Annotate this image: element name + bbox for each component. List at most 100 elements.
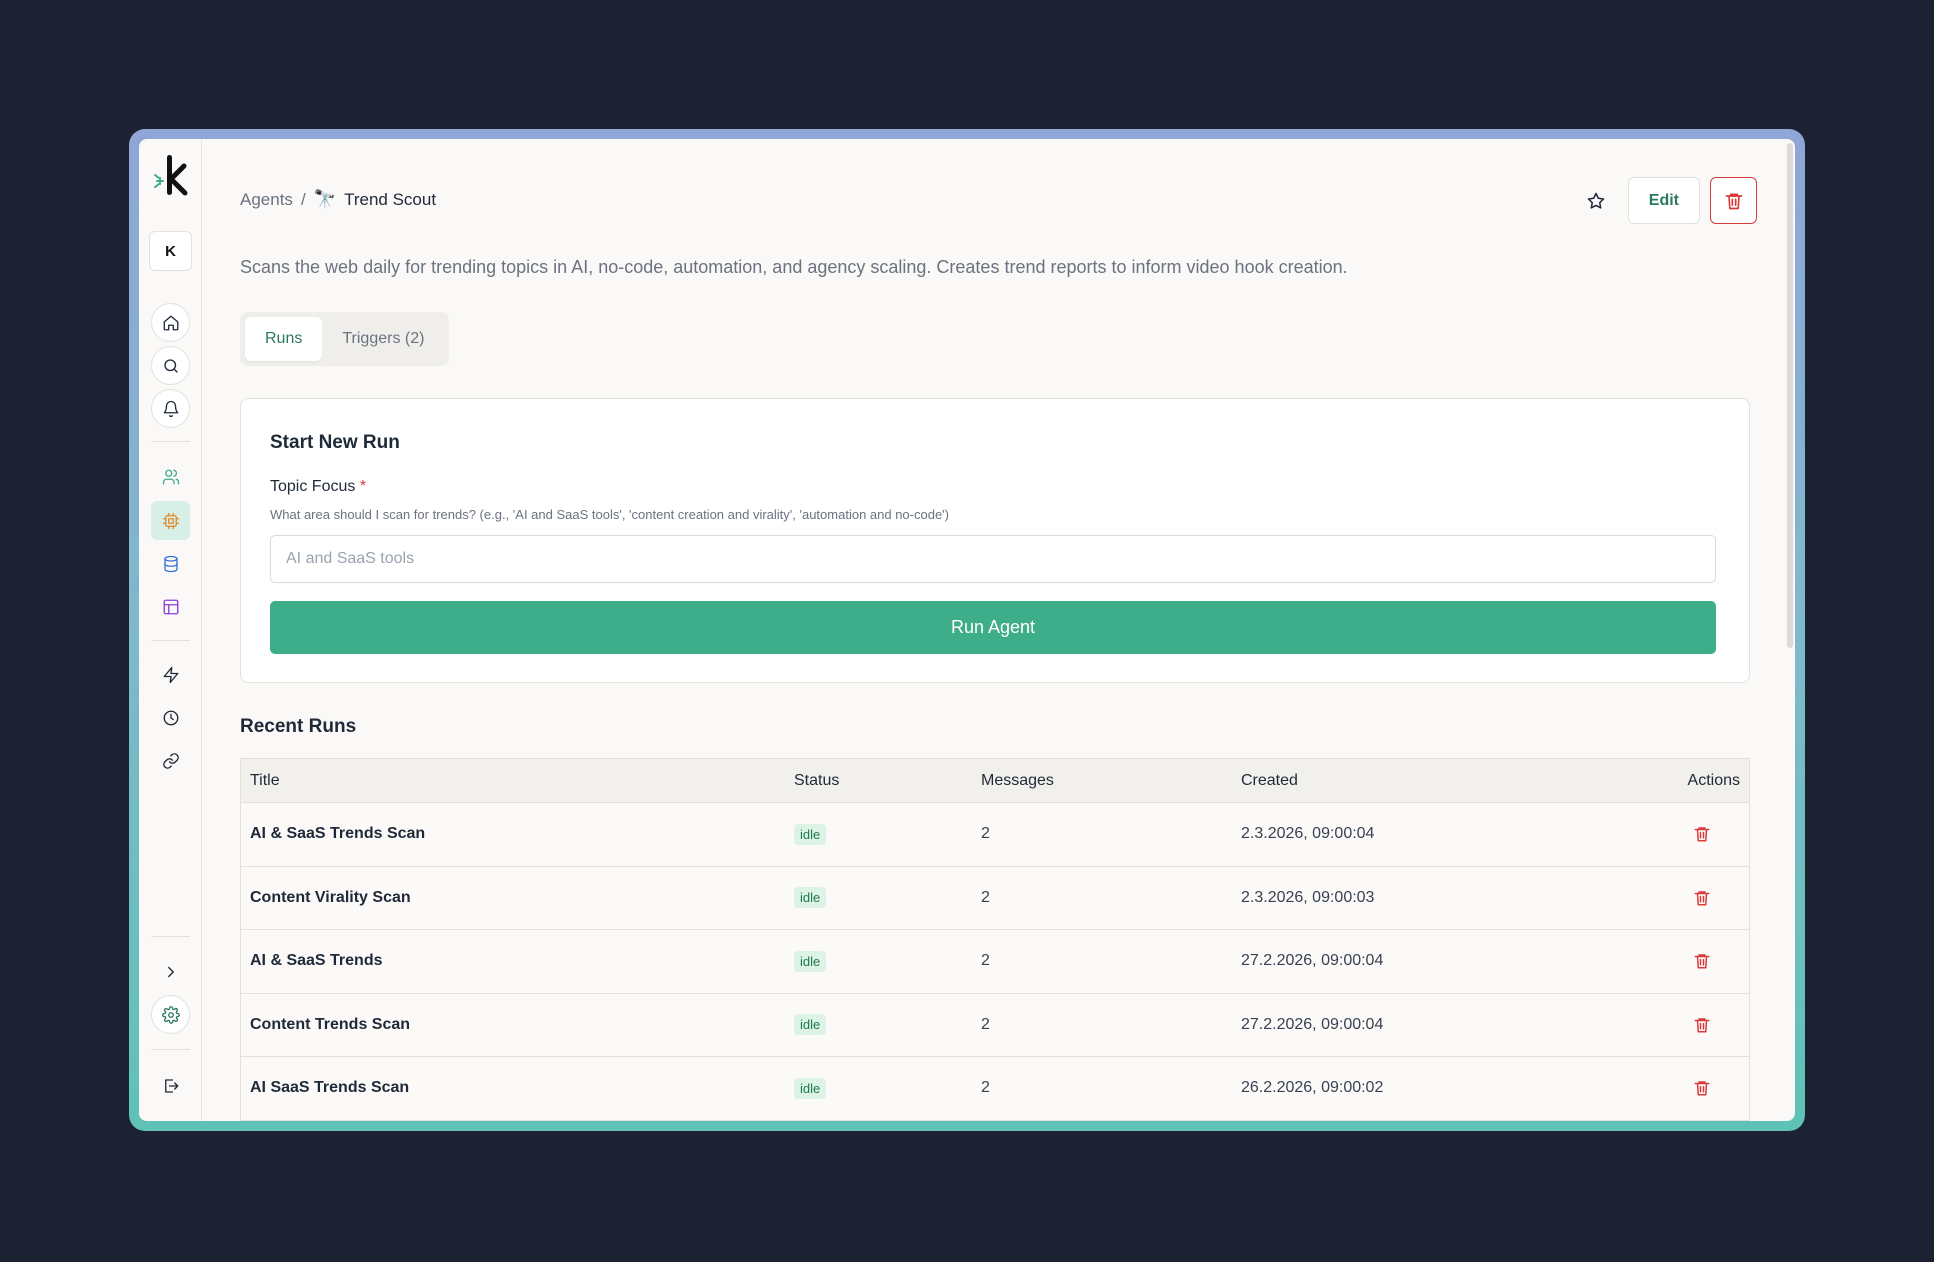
trash-icon[interactable] (1693, 1016, 1711, 1034)
status-badge: idle (794, 887, 827, 909)
favorite-button[interactable] (1574, 179, 1618, 223)
trash-icon[interactable] (1693, 825, 1711, 843)
table-row[interactable]: Content Virality Scan idle 2 2.3.2026, 0… (241, 867, 1749, 930)
layout-icon (163, 599, 178, 614)
expand-sidebar-button[interactable] (151, 952, 190, 991)
created-date: 27.2.2026, 09:00:04 (1241, 1015, 1384, 1033)
app-frame: K Agents / 🔭 Trend Scout Edit Scans the … (129, 129, 1805, 1131)
nav-layout[interactable] (151, 587, 190, 626)
edit-button[interactable]: Edit (1627, 177, 1700, 224)
agent-actions: Edit (1574, 177, 1757, 224)
recent-runs-title: Recent Runs (240, 716, 357, 737)
edit-button-label: Edit (1648, 191, 1679, 209)
nav-database[interactable] (151, 544, 190, 583)
gear-icon (161, 1005, 180, 1024)
main-content: Agents / 🔭 Trend Scout Edit Scans the we… (202, 139, 1795, 1121)
table-row[interactable]: Content Trends Scan idle 2 27.2.2026, 09… (241, 994, 1749, 1057)
status-badge: idle (794, 1014, 827, 1036)
column-header-actions: Actions (1687, 771, 1740, 789)
delete-agent-button[interactable] (1710, 177, 1757, 224)
sidebar-divider (151, 640, 190, 641)
sidebar: K (139, 139, 202, 1121)
users-icon (162, 469, 179, 484)
logout-button[interactable] (151, 1066, 190, 1105)
scrollbar[interactable] (1787, 143, 1793, 648)
runs-table: Title Status Messages Created Actions AI… (240, 758, 1750, 1121)
created-date: 2.3.2026, 09:00:04 (1241, 825, 1375, 843)
tab-bar: Runs Triggers (2) (240, 312, 450, 366)
breadcrumb: Agents / 🔭 Trend Scout (240, 189, 436, 210)
trash-icon[interactable] (1693, 1079, 1711, 1097)
breadcrumb-agents-link[interactable]: Agents (240, 190, 293, 210)
topic-focus-help: What area should I scan for trends? (e.g… (270, 507, 949, 522)
workspace-switcher[interactable]: K (149, 231, 192, 271)
card-title: Start New Run (270, 432, 400, 453)
column-header-created: Created (1241, 771, 1298, 789)
clock-icon (163, 710, 178, 725)
run-title[interactable]: AI SaaS Trends Scan (241, 1079, 794, 1097)
workspace-initial: K (165, 242, 176, 260)
run-title[interactable]: AI & SaaS Trends (241, 952, 794, 970)
column-header-status: Status (794, 771, 840, 789)
nav-automations[interactable] (151, 655, 190, 694)
tab-triggers[interactable]: Triggers (2) (322, 317, 444, 361)
topic-focus-label-text: Topic Focus (270, 478, 356, 495)
breadcrumb-separator: / (300, 189, 306, 209)
nav-schedule[interactable] (151, 698, 190, 737)
table-row[interactable]: AI & SaaS Trends Scan idle 2 2.3.2026, 0… (241, 803, 1749, 867)
run-title[interactable]: Content Trends Scan (241, 1016, 794, 1034)
topic-focus-label: Topic Focus * (270, 478, 366, 496)
nav-notifications[interactable] (151, 389, 190, 428)
run-title[interactable]: Content Virality Scan (241, 889, 794, 907)
agent-description: Scans the web daily for trending topics … (240, 257, 1348, 277)
message-count: 2 (981, 1079, 990, 1097)
sidebar-divider (151, 1049, 190, 1050)
bell-icon (163, 400, 178, 417)
status-badge: idle (794, 1077, 827, 1099)
table-header: Title Status Messages Created Actions (241, 759, 1749, 803)
star-icon (1587, 192, 1605, 209)
sidebar-divider (151, 441, 190, 442)
nav-users[interactable] (151, 457, 190, 496)
cpu-icon (162, 512, 179, 529)
nav-home[interactable] (151, 303, 190, 342)
database-icon (163, 555, 178, 572)
nav-agents[interactable] (151, 501, 190, 540)
message-count: 2 (981, 825, 990, 843)
nav-integrations[interactable] (151, 741, 190, 780)
column-header-messages: Messages (981, 771, 1054, 789)
link-icon (162, 752, 179, 769)
message-count: 2 (981, 888, 990, 906)
sidebar-divider (151, 936, 190, 937)
search-icon (163, 358, 178, 373)
telescope-icon: 🔭 (313, 189, 337, 209)
run-agent-button[interactable]: Run Agent (270, 601, 1716, 654)
table-row[interactable]: AI & SaaS Trends idle 2 27.2.2026, 09:00… (241, 930, 1749, 994)
nav-search[interactable] (151, 346, 190, 385)
chevron-right-icon (167, 966, 174, 977)
nav-settings[interactable] (151, 995, 190, 1034)
column-header-title: Title (250, 771, 280, 789)
page-title: Trend Scout (344, 189, 437, 209)
trash-icon[interactable] (1693, 889, 1711, 907)
app-logo[interactable] (151, 153, 190, 199)
run-title[interactable]: AI & SaaS Trends Scan (241, 825, 794, 843)
logout-icon (164, 1078, 178, 1093)
status-badge: idle (794, 823, 827, 845)
trash-icon[interactable] (1693, 952, 1711, 970)
message-count: 2 (981, 1015, 990, 1033)
created-date: 2.3.2026, 09:00:03 (1241, 888, 1375, 906)
start-new-run-card: Start New Run Topic Focus * What area sh… (240, 398, 1750, 683)
status-badge: idle (794, 950, 827, 972)
table-row[interactable]: AI SaaS Trends Scan idle 2 26.2.2026, 09… (241, 1057, 1749, 1121)
lightning-icon (163, 666, 178, 683)
created-date: 26.2.2026, 09:00:02 (1241, 1079, 1384, 1097)
home-icon (163, 315, 178, 330)
created-date: 27.2.2026, 09:00:04 (1241, 952, 1384, 970)
trash-icon (1725, 193, 1742, 209)
required-marker: * (359, 478, 367, 495)
app-window: K Agents / 🔭 Trend Scout Edit Scans the … (139, 139, 1795, 1121)
topic-focus-input[interactable] (270, 535, 1716, 583)
tab-runs[interactable]: Runs (245, 317, 323, 361)
message-count: 2 (981, 952, 990, 970)
